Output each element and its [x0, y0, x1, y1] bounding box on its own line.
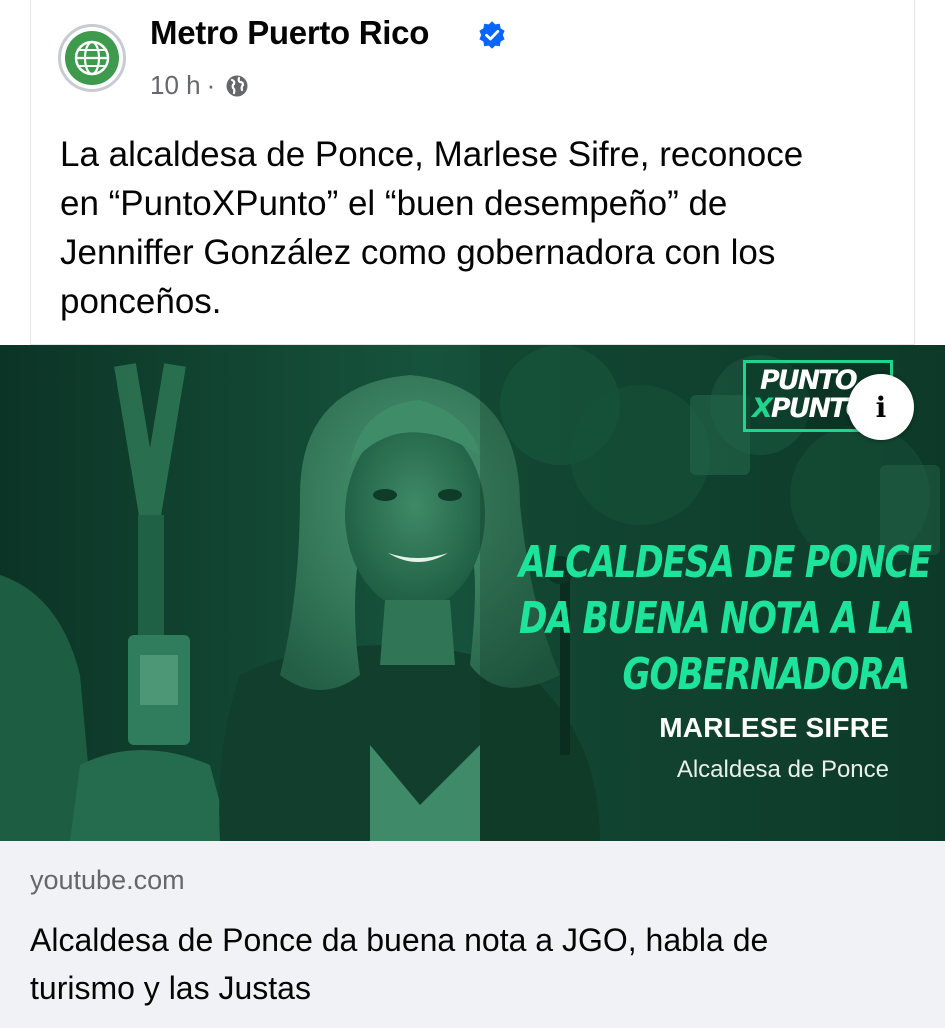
logo-line-1: PUNTO — [760, 365, 858, 396]
speaker-role: Alcaldesa de Ponce — [676, 756, 889, 783]
verified-badge-icon — [479, 21, 505, 49]
post-timestamp[interactable]: 10 h — [150, 70, 201, 101]
post-text-line: La alcaldesa de Ponce, Marlese Sifre, re… — [60, 135, 804, 174]
thumbnail-headline: ALCALDESA DE PONCE DA BUENA NOTA A LA GO… — [519, 535, 932, 703]
meta-separator: · — [206, 70, 216, 100]
post-text-line: en “PuntoXPunto” el “buen desempeño” de — [60, 184, 728, 223]
link-title-line: Alcaldesa de Ponce da buena nota a JGO, … — [30, 922, 769, 958]
globe-icon — [226, 75, 248, 96]
info-icon: i — [875, 390, 887, 424]
post-text: La alcaldesa de Ponce, Marlese Sifre, re… — [60, 130, 900, 326]
headline-line: ALCALDESA DE PONCE — [519, 537, 932, 588]
link-title-line: turismo y las Justas — [30, 970, 311, 1006]
headline-line: DA BUENA NOTA A LA — [519, 593, 915, 644]
headline-line: GOBERNADORA — [622, 649, 911, 700]
post-text-line: ponceños. — [60, 282, 222, 321]
globe-logo-icon — [65, 31, 119, 85]
post-text-line: Jenniffer González como gobernadora con … — [60, 233, 776, 272]
page-name-link[interactable]: Metro Puerto Rico — [150, 14, 429, 52]
link-domain: youtube.com — [30, 865, 185, 895]
speaker-name: MARLESE SIFRE — [659, 712, 889, 743]
info-button[interactable]: i — [848, 374, 914, 440]
post-meta: 10 h · — [150, 70, 249, 101]
page-avatar[interactable] — [58, 24, 126, 92]
link-preview[interactable]: youtube.com Alcaldesa de Ponce da buena … — [0, 841, 945, 1028]
link-title[interactable]: Alcaldesa de Ponce da buena nota a JGO, … — [30, 916, 910, 1012]
